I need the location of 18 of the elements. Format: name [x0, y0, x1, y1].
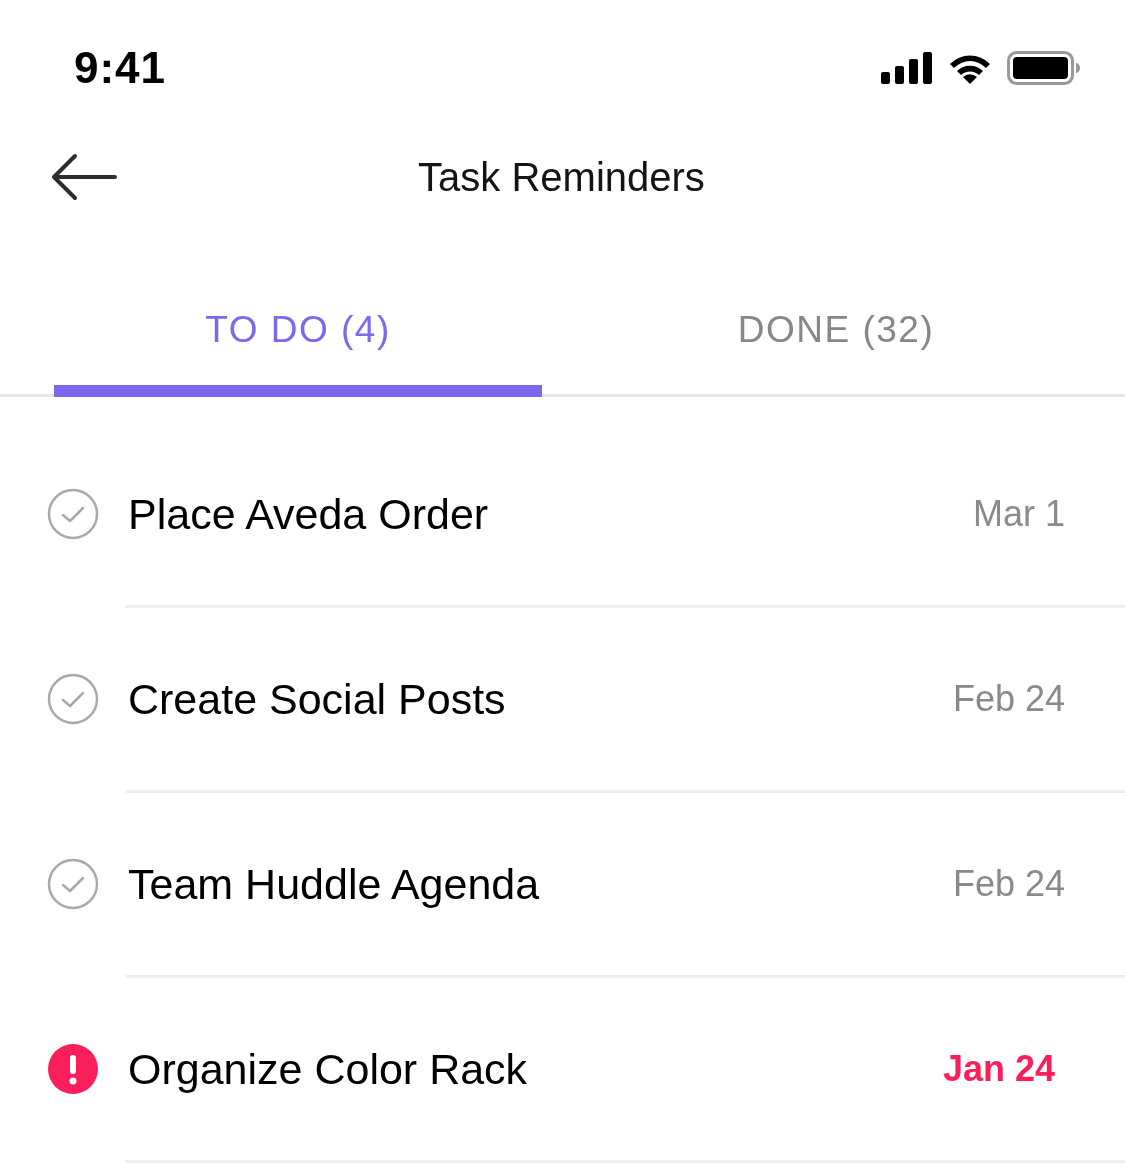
check-circle-icon[interactable] [47, 673, 99, 725]
check-circle-icon[interactable] [47, 488, 99, 540]
task-date: Jan 24 [942, 1048, 1055, 1090]
task-date: Mar 1 [972, 493, 1065, 535]
task-title: Place Aveda Order [128, 489, 490, 539]
back-arrow-icon[interactable] [51, 153, 117, 201]
tab[interactable]: DONE (32) [592, 266, 1080, 397]
status-time: 9:41 [74, 42, 167, 93]
task-title: Team Huddle Agenda [128, 859, 541, 909]
task-date: Feb 24 [952, 678, 1065, 720]
task-title: Organize Color Rack [128, 1044, 529, 1094]
screen-title: Task Reminders [418, 155, 705, 200]
tab[interactable]: TO DO (4) [54, 266, 542, 397]
signal-icon [881, 51, 933, 84]
task-title: Create Social Posts [128, 674, 507, 724]
task-date: Feb 24 [952, 863, 1065, 905]
check-circle-icon[interactable] [47, 858, 99, 910]
battery-icon [1007, 50, 1081, 85]
